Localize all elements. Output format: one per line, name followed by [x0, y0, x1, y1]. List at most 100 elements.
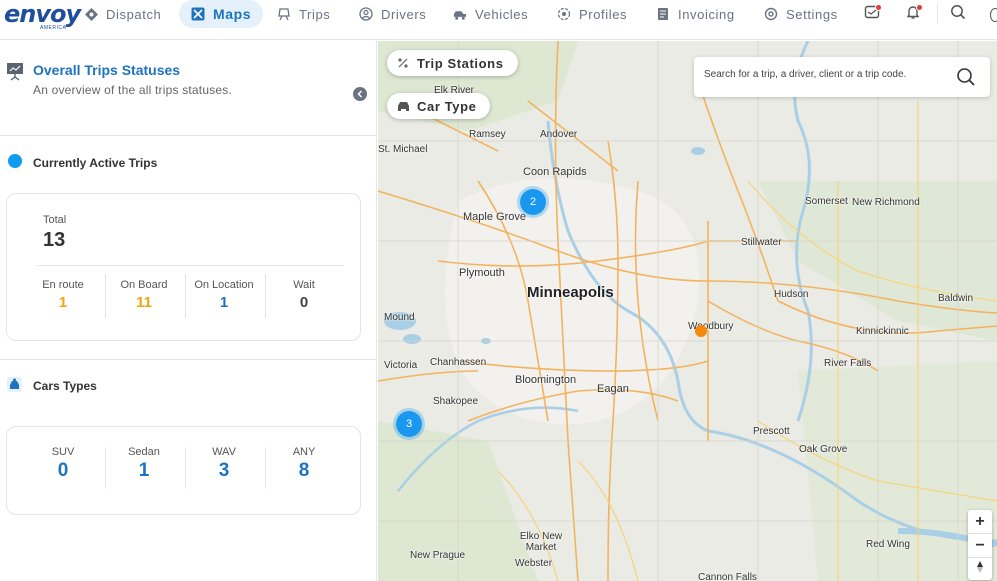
trip-cluster-marker[interactable]: 2	[517, 186, 549, 218]
percent-icon	[395, 56, 411, 70]
map-label-new-prague: New Prague	[410, 550, 466, 561]
map-label-plymouth: Plymouth	[459, 267, 505, 279]
compass-button[interactable]	[968, 558, 992, 580]
trip-cluster-marker[interactable]: 3	[393, 408, 425, 440]
nav-trips[interactable]: Trips	[277, 0, 330, 28]
stat-value: 0	[299, 294, 309, 311]
map-search-input[interactable]	[704, 69, 952, 80]
stat-en-route: En route 1	[23, 279, 103, 311]
stat-on-board: On Board 11	[104, 279, 184, 311]
nav-invoicing-label: Invoicing	[678, 6, 735, 22]
vehicles-icon	[453, 7, 467, 21]
search-icon	[950, 4, 966, 25]
trips-status-sidebar: Overall Trips Statuses An overview of th…	[0, 41, 377, 581]
map-label-shakopee: Shakopee	[433, 396, 479, 407]
trip-location-marker[interactable]	[695, 325, 707, 337]
map-label-ramsey: Ramsey	[469, 129, 506, 140]
map-label-andover: Andover	[540, 129, 578, 140]
zoom-out-button[interactable]: −	[968, 534, 992, 558]
compass-icon	[975, 560, 985, 579]
car-type-wav: WAV 3	[184, 446, 264, 482]
stat-value: 11	[136, 294, 152, 311]
stat-label: On Board	[120, 279, 168, 291]
car-type-button[interactable]: Car Type	[387, 93, 491, 119]
car-type-value: 3	[218, 460, 230, 481]
nav-profiles-label: Profiles	[579, 6, 628, 22]
map-label-elko-new-market: Elko New Market	[519, 531, 563, 553]
map-label-somerset: Somerset	[805, 196, 848, 207]
map-view[interactable]: Elk River Ramsey Andover St. Michael Coo…	[378, 41, 997, 581]
car-type-label: WAV	[212, 446, 236, 458]
trip-stations-button[interactable]: Trip Stations	[387, 50, 518, 76]
map-base-layer	[378, 41, 997, 581]
nav-maps[interactable]: Maps	[179, 0, 264, 28]
nav-trips-label: Trips	[299, 6, 331, 22]
section-divider	[0, 359, 377, 360]
invoicing-icon	[656, 7, 670, 21]
car-type-suv: SUV 0	[23, 446, 103, 482]
nav-vehicles-label: Vehicles	[475, 6, 529, 22]
envoy-logo[interactable]: envoy AMERICA	[4, 0, 81, 40]
total-value: 13	[43, 229, 66, 251]
nav-invoicing[interactable]: Invoicing	[656, 0, 735, 28]
stat-label: On Location	[194, 279, 254, 291]
nav-maps-label: Maps	[213, 6, 252, 22]
car-type-label: SUV	[51, 446, 75, 458]
map-label-new-richmond: New Richmond	[852, 197, 920, 208]
nav-drivers[interactable]: Drivers	[359, 0, 426, 28]
maps-icon	[191, 7, 205, 21]
car-type-value: 1	[138, 460, 150, 481]
global-search-button[interactable]	[948, 4, 968, 24]
map-label-eagan: Eagan	[597, 383, 629, 395]
trip-stations-label: Trip Stations	[417, 55, 504, 71]
map-label-red-wing: Red Wing	[866, 539, 910, 550]
sidebar-subtitle: An overview of the all trips statuses.	[33, 83, 233, 97]
search-icon[interactable]	[956, 67, 976, 87]
car-types-card: SUV 0 Sedan 1 WAV 3 ANY 8	[6, 426, 361, 515]
profiles-icon	[557, 7, 571, 21]
stat-label: En route	[42, 279, 84, 291]
map-label-coon-rapids: Coon Rapids	[523, 166, 587, 178]
nav-dispatch-label: Dispatch	[106, 6, 162, 22]
map-label-mound: Mound	[384, 312, 415, 323]
car-type-label: ANY	[292, 446, 316, 458]
map-label-hudson: Hudson	[774, 289, 809, 300]
stat-label: Wait	[293, 279, 315, 291]
map-label-river-falls: River Falls	[824, 358, 872, 369]
settings-icon	[764, 7, 778, 21]
nav-dispatch[interactable]: Dispatch	[84, 0, 161, 28]
nav-settings[interactable]: Settings	[764, 0, 838, 28]
map-search-box	[694, 57, 990, 97]
map-label-stillwater: Stillwater	[741, 237, 782, 248]
stat-value: 1	[58, 294, 68, 311]
map-label-maple-grove: Maple Grove	[463, 211, 526, 223]
trips-icon	[277, 7, 291, 21]
overflow-icon[interactable]	[990, 8, 997, 22]
car-type-sedan: Sedan 1	[104, 446, 184, 482]
stat-wait: Wait 0	[264, 279, 344, 311]
logo-text: envoy	[4, 0, 81, 28]
stat-value: 1	[219, 294, 229, 311]
dispatch-icon	[84, 7, 98, 21]
car-types-title: Cars Types	[33, 379, 97, 393]
zoom-in-button[interactable]: +	[968, 510, 992, 534]
nav-drivers-label: Drivers	[381, 6, 427, 22]
car-type-any: ANY 8	[264, 446, 344, 482]
map-label-bloomington: Bloomington	[515, 374, 577, 386]
stat-on-location: On Location 1	[184, 279, 264, 311]
nav-vehicles[interactable]: Vehicles	[453, 0, 528, 28]
collapse-sidebar-button[interactable]	[353, 87, 367, 101]
logo-subtext: AMERICA	[40, 25, 67, 31]
active-trips-dot-icon	[8, 154, 22, 168]
notifications-button[interactable]	[903, 4, 923, 24]
nav-divider	[937, 4, 938, 24]
inbox-button[interactable]	[862, 4, 882, 24]
map-label-chanhassen: Chanhassen	[430, 357, 487, 368]
drivers-icon	[359, 7, 373, 21]
chevron-left-icon	[356, 85, 364, 103]
car-icon	[395, 99, 411, 113]
nav-profiles[interactable]: Profiles	[557, 0, 627, 28]
map-label-st-michael: St. Michael	[378, 144, 428, 155]
card-divider	[37, 265, 344, 266]
total-label: Total	[43, 214, 67, 226]
